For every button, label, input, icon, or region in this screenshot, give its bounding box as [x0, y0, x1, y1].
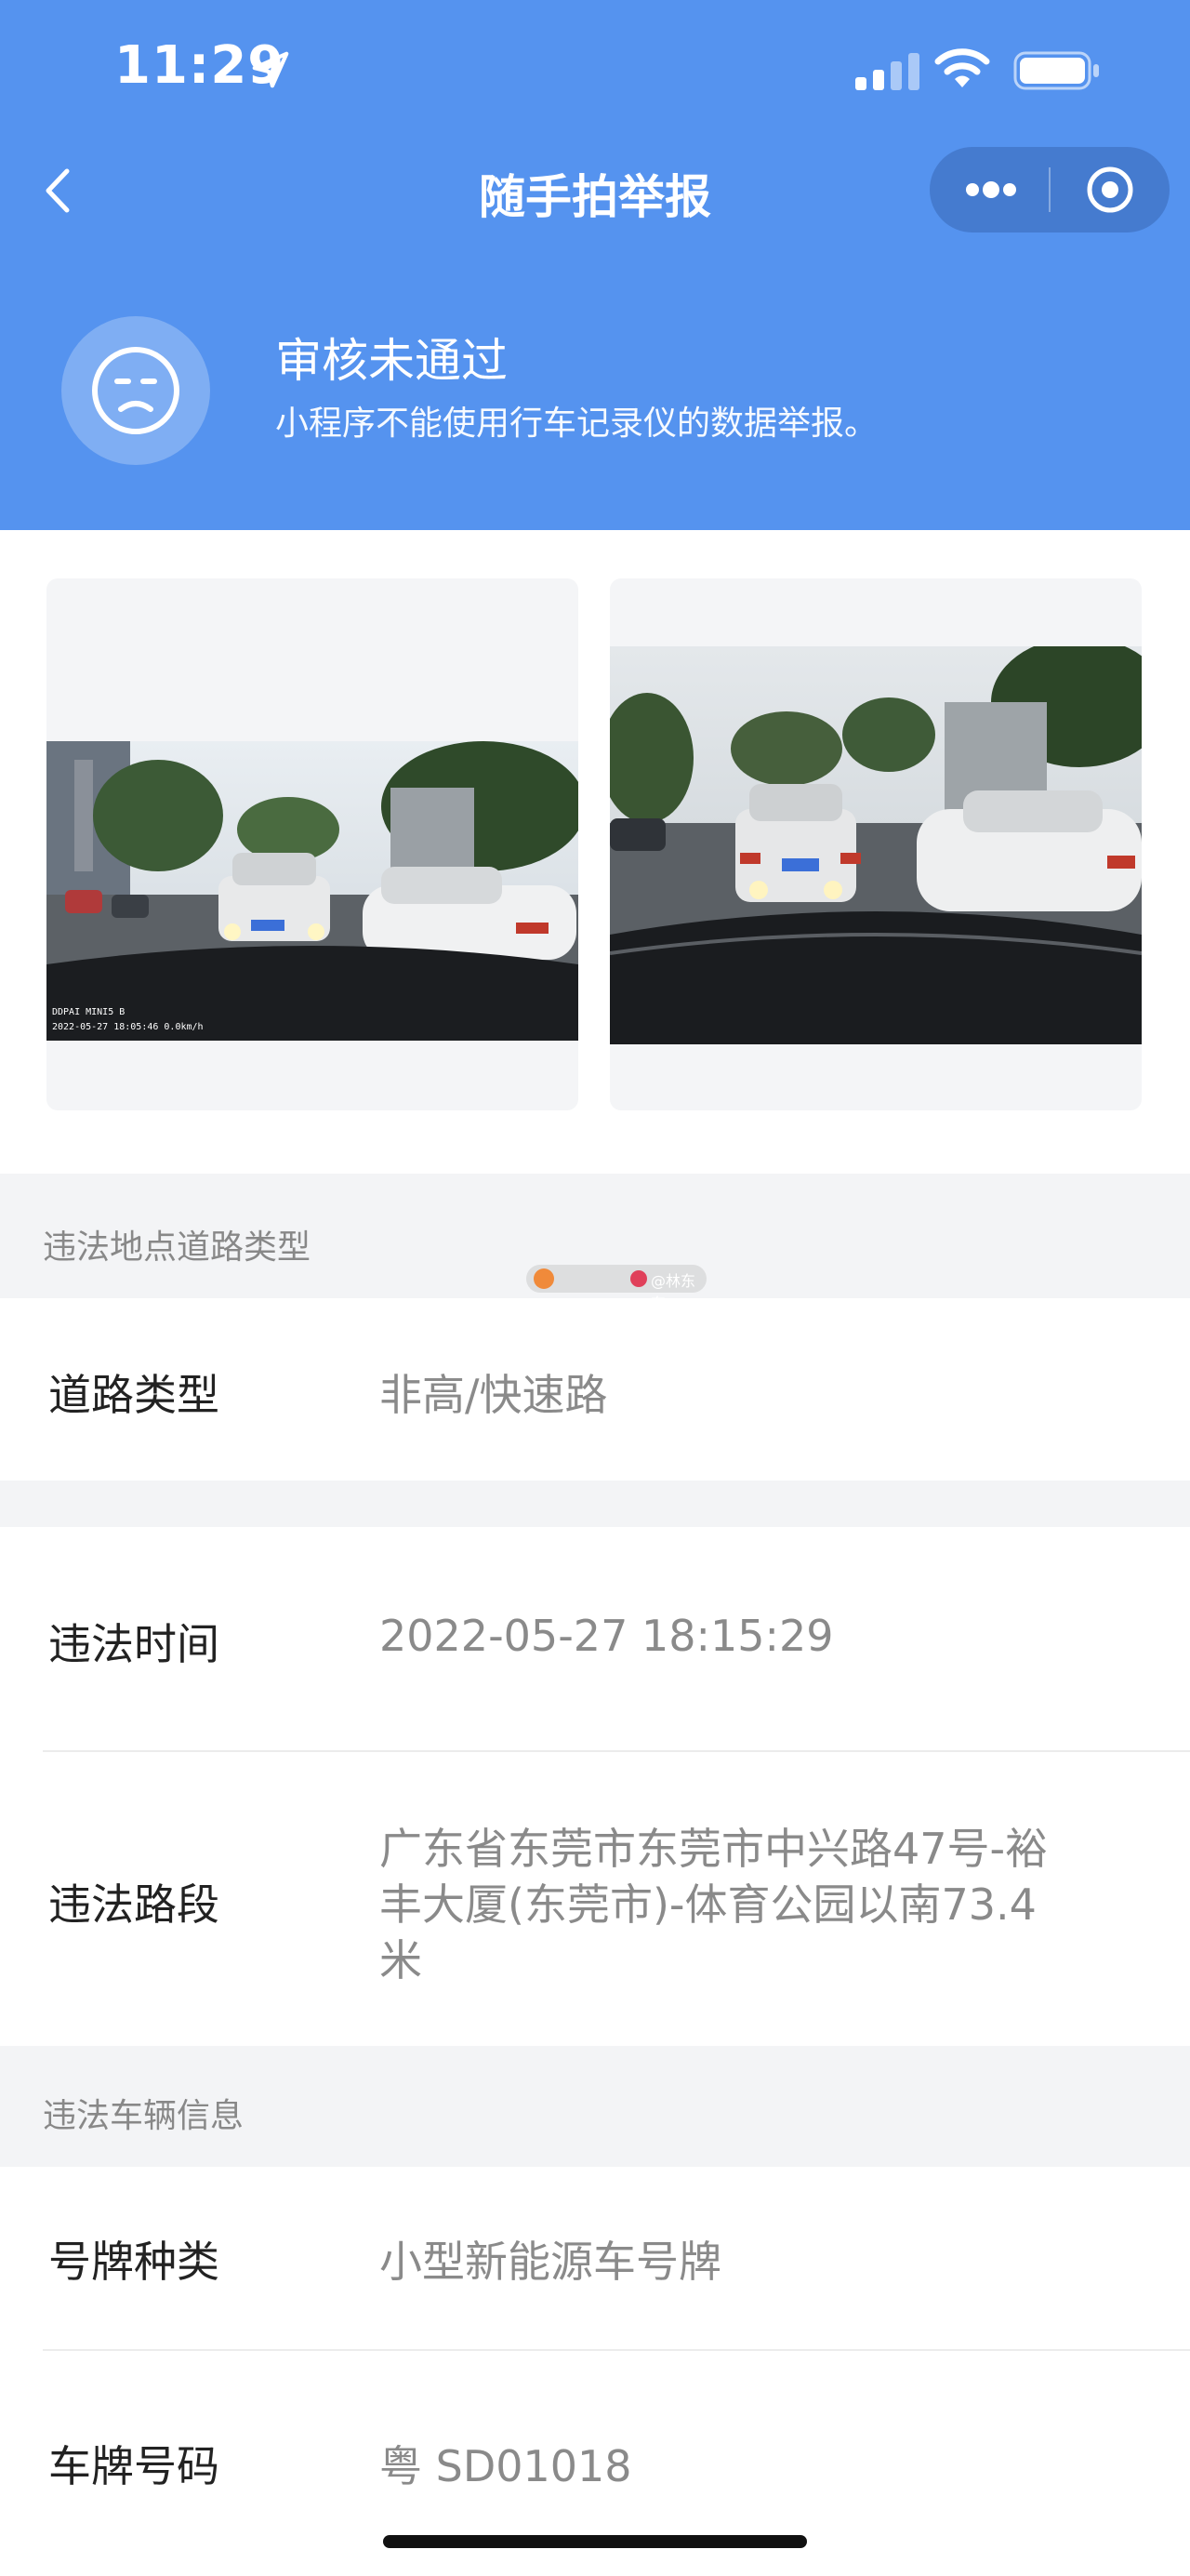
- row-violation-segment[interactable]: 违法路段 广东省东莞市东莞市中兴路47号-裕 丰大厦(东莞市)-体育公园以南73…: [0, 1752, 1190, 2046]
- evidence-photo-1[interactable]: DDPAI MINI5 B 2022-05-27 18:05:46 0.0km/…: [46, 578, 578, 1110]
- home-indicator[interactable]: [383, 2535, 807, 2548]
- status-bar: 11:29: [0, 0, 1190, 139]
- battery-icon: [1013, 51, 1099, 90]
- section-spacer: [0, 1481, 1190, 1527]
- navigation-bar: 随手拍举报: [0, 139, 1190, 246]
- row-plate-type[interactable]: 号牌种类 小型新能源车号牌: [0, 2167, 1190, 2349]
- sad-face-avatar: [61, 316, 210, 465]
- dashcam-brand-overlay: DDPAI MINI5 B: [52, 1007, 125, 1017]
- more-dots-icon: [966, 181, 1016, 198]
- section-header-vehicle: 违法车辆信息: [0, 2046, 1190, 2167]
- close-miniprogram-button[interactable]: [1051, 147, 1170, 232]
- plate-number-label: 车牌号码: [48, 2441, 219, 2491]
- violation-segment-value-line-3: 米: [379, 1935, 422, 1985]
- violation-segment-value-line-1: 广东省东莞市东莞市中兴路47号-裕: [379, 1824, 1049, 1874]
- wifi-icon: [934, 48, 990, 87]
- watermark-dot-icon: [630, 1270, 647, 1287]
- violation-segment-label: 违法路段: [48, 1879, 219, 1930]
- weibo-logo-icon: [534, 1268, 554, 1289]
- review-status-description: 小程序不能使用行车记录仪的数据举报。: [275, 405, 879, 443]
- dashcam-image-1: DDPAI MINI5 B 2022-05-27 18:05:46 0.0km/…: [46, 741, 578, 1041]
- more-button[interactable]: [930, 147, 1049, 232]
- row-road-type[interactable]: 道路类型 非高/快速路: [0, 1298, 1190, 1481]
- miniprogram-capsule: [930, 147, 1170, 232]
- sad-face-icon: [92, 347, 179, 434]
- plate-type-label: 号牌种类: [48, 2237, 219, 2287]
- row-violation-time[interactable]: 违法时间 2022-05-27 18:15:29: [0, 1527, 1190, 1750]
- plate-type-value: 小型新能源车号牌: [379, 2237, 721, 2287]
- header: 11:29 随手拍举报 审核未通过 小程序不能使用行车记录仪的数据举报。: [0, 0, 1190, 530]
- road-type-value: 非高/快速路: [379, 1370, 608, 1420]
- target-circle-icon: [1087, 166, 1133, 213]
- road-type-label: 道路类型: [48, 1370, 219, 1420]
- dashcam-time-overlay: 2022-05-27 18:05:46 0.0km/h: [52, 1022, 204, 1032]
- violation-time-value: 2022-05-27 18:15:29: [379, 1611, 834, 1661]
- cellular-signal-icon: [855, 53, 919, 90]
- section-title-vehicle: 违法车辆信息: [43, 2097, 245, 2135]
- violation-time-label: 违法时间: [48, 1619, 219, 1669]
- section-title-location: 违法地点道路类型: [43, 1228, 311, 1267]
- review-status-panel: 审核未通过 小程序不能使用行车记录仪的数据举报。: [0, 298, 1190, 484]
- weibo-watermark: @林东东: [526, 1265, 707, 1312]
- evidence-photos: DDPAI MINI5 B 2022-05-27 18:05:46 0.0km/…: [0, 530, 1190, 1174]
- plate-number-value: 粤 SD01018: [379, 2441, 632, 2491]
- dashcam-image-2: [610, 646, 1142, 1044]
- violation-segment-value-line-2: 丰大厦(东莞市)-体育公园以南73.4: [379, 1879, 1037, 1930]
- review-status-title: 审核未通过: [275, 334, 508, 388]
- evidence-photo-2[interactable]: [610, 578, 1142, 1110]
- location-arrow-icon: [252, 51, 289, 88]
